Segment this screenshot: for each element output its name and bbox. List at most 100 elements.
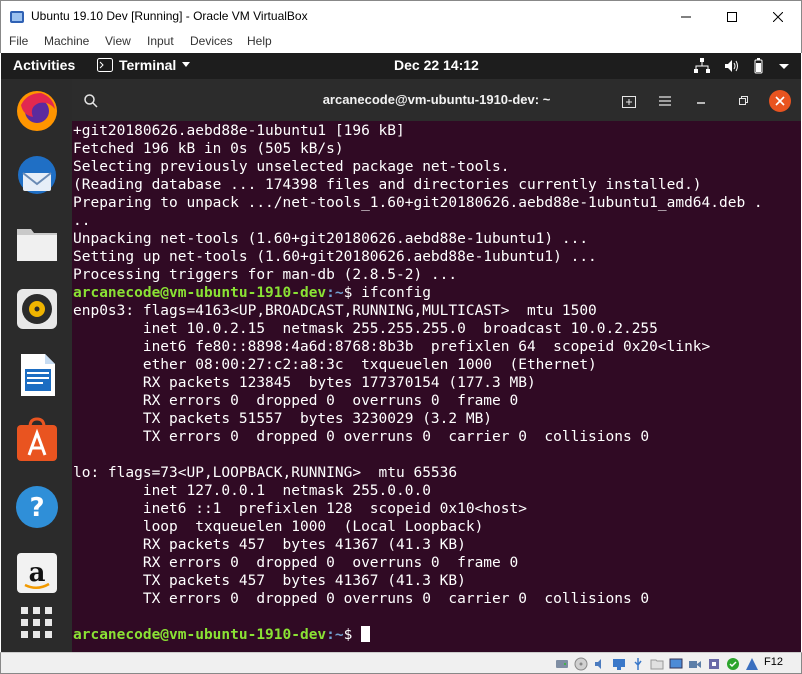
display-icon[interactable] <box>669 657 683 671</box>
battery-icon[interactable] <box>749 57 767 75</box>
vt-x-icon[interactable] <box>707 657 721 671</box>
host-window-titlebar[interactable]: Ubuntu 19.10 Dev [Running] - Oracle VM V… <box>0 0 802 31</box>
window-title: Ubuntu 19.10 Dev [Running] - Oracle VM V… <box>31 9 308 23</box>
output-line: inet6 fe80::8898:4a6d:8768:8b3b prefixle… <box>73 339 711 355</box>
terminal-close-button[interactable] <box>769 90 791 112</box>
maximize-button[interactable] <box>709 1 755 32</box>
minimize-icon <box>697 102 705 104</box>
output-line: Setting up net-tools (1.60+git20180626.a… <box>73 249 597 265</box>
dock: ? a <box>1 79 72 652</box>
menu-input[interactable]: Input <box>147 34 174 48</box>
activities-button[interactable]: Activities <box>13 57 75 73</box>
chevron-down-icon <box>182 62 191 67</box>
show-applications-icon[interactable] <box>13 599 61 647</box>
menu-machine[interactable]: Machine <box>44 34 89 48</box>
prompt-symbol: $ <box>343 627 353 643</box>
video-capture-icon[interactable] <box>688 657 702 671</box>
vbox-statusbar: F12 <box>0 652 802 674</box>
output-line: Unpacking net-tools (1.60+git20180626.ae… <box>73 231 589 247</box>
network-adapter-icon[interactable] <box>612 657 626 671</box>
prompt-user: arcanecode@vm-ubuntu-1910-dev <box>73 285 327 301</box>
keyboard-capture-icon[interactable] <box>745 657 759 671</box>
output-line: loop txqueuelen 1000 (Local Loopback) <box>73 519 484 535</box>
rhythmbox-icon[interactable] <box>13 285 61 333</box>
output-line: Processing triggers for man-db (2.8.5-2)… <box>73 267 458 283</box>
amazon-icon[interactable]: a <box>13 549 61 597</box>
output-line: inet 10.0.2.15 netmask 255.255.255.0 bro… <box>73 321 658 337</box>
host-key-label: F12 <box>764 656 783 668</box>
gnome-topbar: Activities Terminal Dec 22 14:12 <box>1 53 801 79</box>
system-menu-chevron-icon[interactable] <box>775 57 793 75</box>
output-line: (Reading database ... 174398 files and d… <box>73 177 702 193</box>
hamburger-icon <box>659 96 671 106</box>
menu-file[interactable]: File <box>9 34 28 48</box>
menu-help[interactable]: Help <box>247 34 272 48</box>
files-icon[interactable] <box>13 219 61 267</box>
libreoffice-writer-icon[interactable] <box>13 351 61 399</box>
volume-icon[interactable] <box>723 57 741 75</box>
terminal-output[interactable]: +git20180626.aebd88e-1ubuntu1 [196 kB] F… <box>72 121 801 652</box>
output-line: +git20180626.aebd88e-1ubuntu1 [196 kB] <box>73 123 405 139</box>
output-line: RX errors 0 dropped 0 overruns 0 frame 0 <box>73 393 519 409</box>
output-line: RX errors 0 dropped 0 overruns 0 frame 0 <box>73 555 519 571</box>
output-line: TX packets 457 bytes 41367 (41.3 KB) <box>73 573 466 589</box>
command-text: ifconfig <box>352 285 431 301</box>
usb-icon[interactable] <box>631 657 645 671</box>
output-line: Fetched 196 kB in 0s (505 kB/s) <box>73 141 344 157</box>
minimize-button[interactable] <box>663 1 709 32</box>
new-tab-icon <box>622 96 636 108</box>
prompt-path: :~ <box>326 627 344 643</box>
clock[interactable]: Dec 22 14:12 <box>394 57 479 73</box>
output-line: TX errors 0 dropped 0 overruns 0 carrier… <box>73 429 650 445</box>
prompt-path: :~ <box>326 285 344 301</box>
output-line: TX packets 51557 bytes 3230029 (3.2 MB) <box>73 411 493 427</box>
close-window-button[interactable] <box>755 1 801 32</box>
shared-folders-icon[interactable] <box>650 657 664 671</box>
restore-icon <box>739 96 748 105</box>
close-icon <box>773 11 783 22</box>
hard-disk-icon[interactable] <box>555 657 569 671</box>
thunderbird-icon[interactable] <box>13 153 61 201</box>
output-line: Preparing to unpack .../net-tools_1.60+g… <box>73 195 763 211</box>
terminal-icon <box>97 58 113 72</box>
hamburger-menu-button[interactable] <box>654 90 676 112</box>
prompt-user: arcanecode@vm-ubuntu-1910-dev <box>73 627 327 643</box>
output-line: RX packets 123845 bytes 177370154 (177.3… <box>73 375 536 391</box>
virtualbox-icon <box>10 11 24 23</box>
app-menu-terminal[interactable]: Terminal <box>97 57 191 73</box>
mouse-integration-icon[interactable] <box>726 657 740 671</box>
firefox-icon[interactable] <box>13 87 61 135</box>
output-line: inet6 ::1 prefixlen 128 scopeid 0x10<hos… <box>73 501 527 517</box>
output-line: lo: flags=73<UP,LOOPBACK,RUNNING> mtu 65… <box>73 465 458 481</box>
vbox-menubar: File Machine View Input Devices Help <box>0 31 802 53</box>
svg-text:a: a <box>29 558 46 588</box>
svg-text:?: ? <box>29 493 44 523</box>
close-icon <box>775 96 785 106</box>
output-line: Selecting previously unselected package … <box>73 159 510 175</box>
maximize-icon <box>727 11 737 22</box>
new-tab-button[interactable] <box>618 90 640 112</box>
network-icon[interactable] <box>693 57 711 75</box>
prompt-line: arcanecode@vm-ubuntu-1910-dev:~$ ifconfi… <box>73 284 801 302</box>
prompt-line[interactable]: arcanecode@vm-ubuntu-1910-dev:~$ <box>73 626 801 644</box>
output-line: TX errors 0 dropped 0 overruns 0 carrier… <box>73 591 650 607</box>
output-line: inet 127.0.0.1 netmask 255.0.0.0 <box>73 483 431 499</box>
minimize-icon <box>681 16 691 17</box>
audio-icon[interactable] <box>593 657 607 671</box>
output-line: .. <box>73 213 91 229</box>
optical-drive-icon[interactable] <box>574 657 588 671</box>
ubuntu-software-icon[interactable] <box>13 417 61 465</box>
output-line: RX packets 457 bytes 41367 (41.3 KB) <box>73 537 466 553</box>
terminal-maximize-button[interactable] <box>732 90 754 112</box>
terminal-minimize-button[interactable] <box>690 90 712 112</box>
menu-devices[interactable]: Devices <box>190 34 233 48</box>
output-line: enp0s3: flags=4163<UP,BROADCAST,RUNNING,… <box>73 303 597 319</box>
app-menu-label: Terminal <box>119 57 177 73</box>
text-cursor <box>361 626 371 642</box>
output-line: ether 08:00:27:c2:a8:3c txqueuelen 1000 … <box>73 357 597 373</box>
terminal-headerbar[interactable]: arcanecode@vm-ubuntu-1910-dev: ~ <box>72 79 801 121</box>
menu-view[interactable]: View <box>105 34 131 48</box>
help-icon[interactable]: ? <box>13 483 61 531</box>
